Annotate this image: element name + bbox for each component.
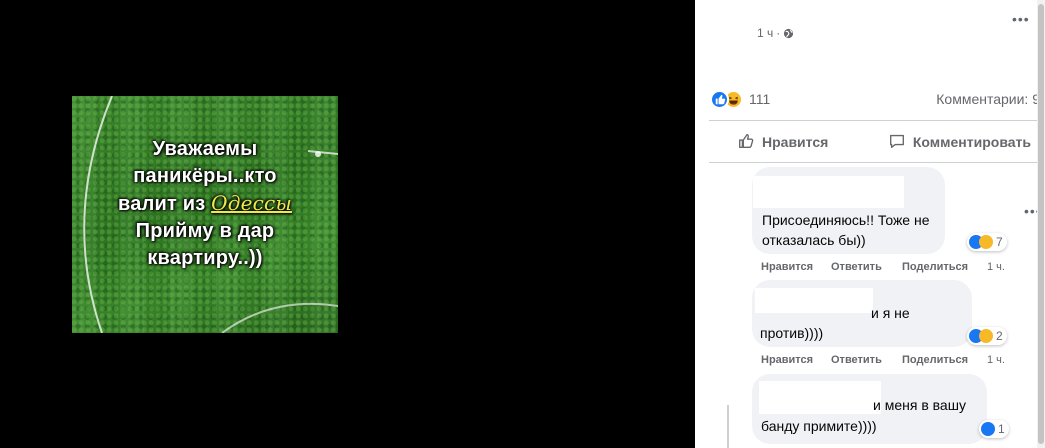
comment-reactions-count: 1 xyxy=(998,422,1005,436)
comment-bubble: Присоединяюсь!! Тоже не отказалась бы)) xyxy=(752,167,945,254)
comment-text-line-2: против)))) xyxy=(760,325,824,341)
comment-text-line-2: банду примите)))) xyxy=(761,418,877,434)
post-timestamp[interactable]: 1 ч · xyxy=(757,26,794,40)
reactions-summary[interactable]: 111 Комментарии: 9 xyxy=(710,89,1040,109)
comment-text-line-1: Присоединяюсь!! Тоже не xyxy=(762,212,930,228)
comment-reactions[interactable]: 7 xyxy=(967,233,1007,251)
post-time-text: 1 ч xyxy=(757,26,774,40)
comment-actions: Нравится Ответить Поделиться 1 ч. xyxy=(761,354,1005,366)
photo-viewer: Уважаемы паникёры..кто валит из Одессы П… xyxy=(0,0,695,448)
comment-text-line-1: и меня в вашу xyxy=(873,397,966,413)
comment-share-link[interactable]: Поделиться xyxy=(902,261,987,273)
like-button-label: Нравится xyxy=(762,134,829,150)
like-icon xyxy=(710,89,729,109)
comment-bubble: и я не против)))) xyxy=(752,280,972,347)
caption-line-4: Прийму в дар xyxy=(135,220,275,242)
comment-bubble: и меня в вашу банду примите)))) xyxy=(752,374,987,444)
comment-text: банду примите)))) xyxy=(761,416,877,436)
like-button[interactable]: Нравится xyxy=(737,132,828,153)
post-actions: Нравится Комментировать xyxy=(709,126,1039,158)
scrollbar-thumb[interactable] xyxy=(1038,4,1044,444)
globe-icon xyxy=(783,28,794,39)
comment-timestamp[interactable]: 1 ч. xyxy=(987,261,1005,273)
comment-reactions-count: 7 xyxy=(996,235,1003,249)
thread-line xyxy=(727,405,729,448)
comment-actions: Нравится Ответить Поделиться 1 ч. xyxy=(761,261,1005,273)
scrollbar[interactable] xyxy=(1037,0,1045,448)
more-icon[interactable]: ••• xyxy=(1012,11,1030,27)
care-icon xyxy=(979,329,993,343)
comment-reactions-count: 2 xyxy=(996,329,1003,343)
caption-line-5: квартиру..)) xyxy=(147,247,263,269)
comment-reply-link[interactable]: Ответить xyxy=(831,354,902,366)
comments-count[interactable]: Комментарии: 9 xyxy=(936,91,1040,107)
divider xyxy=(709,162,1039,163)
comment-timestamp[interactable]: 1 ч. xyxy=(987,354,1005,366)
like-icon xyxy=(981,422,995,436)
comment-like-link[interactable]: Нравится xyxy=(761,354,831,366)
redacted-author-name xyxy=(753,176,904,208)
comment-reactions[interactable]: 1 xyxy=(979,420,1009,438)
post-panel: 1 ч · ••• 111 Комментарии: 9 Нравится Ко… xyxy=(695,0,1045,448)
caption-line-3: валит из Одессы xyxy=(72,190,338,218)
comment-reply-link[interactable]: Ответить xyxy=(831,261,902,273)
comment-text: и я не xyxy=(871,303,910,323)
caption-line-3a: валит из xyxy=(118,193,206,215)
comment-reactions[interactable]: 2 xyxy=(967,327,1007,345)
reactions-count: 111 xyxy=(749,91,771,107)
comment-text: против)))) xyxy=(760,323,823,343)
post-image[interactable]: Уважаемы паникёры..кто валит из Одессы П… xyxy=(72,96,338,333)
care-icon xyxy=(979,235,993,249)
comment-text: Присоединяюсь!! Тоже не отказалась бы)) xyxy=(762,210,930,250)
redacted-author-name xyxy=(759,381,881,414)
post-time-separator: · xyxy=(776,26,781,40)
caption-line-1: Уважаемы xyxy=(152,138,258,160)
comment-text: и меня в вашу xyxy=(873,395,966,415)
redacted-author-name xyxy=(755,288,873,313)
comment-text-line-2: отказалась бы)) xyxy=(762,232,866,248)
thumbs-up-icon xyxy=(737,132,755,153)
comment-text-line-1: и я не xyxy=(871,305,910,321)
comment-button-label: Комментировать xyxy=(912,134,1031,150)
comment-icon xyxy=(888,132,906,153)
comment-share-link[interactable]: Поделиться xyxy=(902,354,987,366)
caption-line-2: паникёры..кто xyxy=(133,165,277,187)
divider xyxy=(709,120,1039,121)
comment-button[interactable]: Комментировать xyxy=(888,132,1031,153)
image-caption: Уважаемы паникёры..кто валит из Одессы П… xyxy=(72,136,338,272)
caption-odessa: Одессы xyxy=(211,191,292,215)
comment-like-link[interactable]: Нравится xyxy=(761,261,831,273)
